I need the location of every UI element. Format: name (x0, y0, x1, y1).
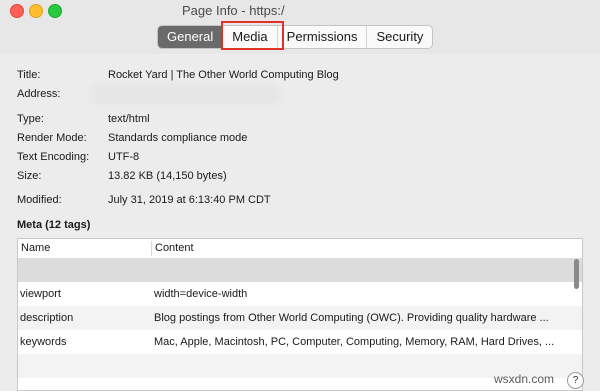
size-label: Size: (17, 170, 42, 182)
window-title: Page Info - https:/ (182, 3, 285, 18)
table-row[interactable]: viewport width=device-width (18, 282, 582, 306)
render-mode-label: Render Mode: (17, 132, 87, 144)
minimize-button[interactable] (29, 4, 43, 18)
modified-value: July 31, 2019 at 6:13:40 PM CDT (108, 194, 271, 206)
meta-heading: Meta (12 tags) (17, 219, 91, 231)
watermark: wsxdn.com (494, 372, 555, 386)
render-mode-value: Standards compliance mode (108, 132, 248, 144)
table-header: Name Content (18, 239, 582, 259)
tab-general[interactable]: General (158, 26, 223, 48)
row-name: viewport (20, 288, 61, 300)
title-value: Rocket Yard | The Other World Computing … (108, 69, 339, 81)
title-label: Title: (17, 69, 41, 81)
zoom-button[interactable] (48, 4, 62, 18)
title-bar: Page Info - https:/ General Media Permis… (0, 0, 600, 54)
row-content: Mac, Apple, Macintosh, PC, Computer, Com… (154, 336, 555, 348)
type-label: Type: (17, 113, 44, 125)
text-encoding-label: Text Encoding: (17, 151, 90, 163)
meta-table[interactable]: Name Content viewport width=device-width… (17, 238, 583, 391)
help-button[interactable]: ? (567, 372, 584, 389)
column-divider (151, 241, 152, 256)
table-row[interactable]: keywords Mac, Apple, Macintosh, PC, Comp… (18, 330, 582, 354)
row-name: description (20, 312, 74, 324)
tab-media[interactable]: Media (222, 26, 276, 48)
row-name: keywords (20, 336, 67, 348)
scrollbar-thumb[interactable] (574, 259, 579, 289)
modified-label: Modified: (17, 194, 62, 206)
table-row[interactable]: description Blog postings from Other Wor… (18, 306, 582, 330)
text-encoding-value: UTF-8 (108, 151, 140, 163)
column-header-name[interactable]: Name (21, 242, 50, 254)
tab-permissions[interactable]: Permissions (276, 26, 367, 48)
type-value: text/html (108, 113, 150, 125)
address-value-redacted (92, 84, 280, 106)
table-row[interactable] (18, 258, 582, 282)
column-header-content[interactable]: Content (155, 242, 194, 254)
tab-bar: General Media Permissions Security (157, 25, 434, 49)
tab-security[interactable]: Security (366, 26, 432, 48)
close-button[interactable] (10, 4, 24, 18)
row-content: Blog postings from Other World Computing… (154, 312, 549, 324)
size-value: 13.82 KB (14,150 bytes) (108, 170, 227, 182)
row-content: width=device-width (154, 288, 248, 300)
address-label: Address: (17, 88, 61, 100)
